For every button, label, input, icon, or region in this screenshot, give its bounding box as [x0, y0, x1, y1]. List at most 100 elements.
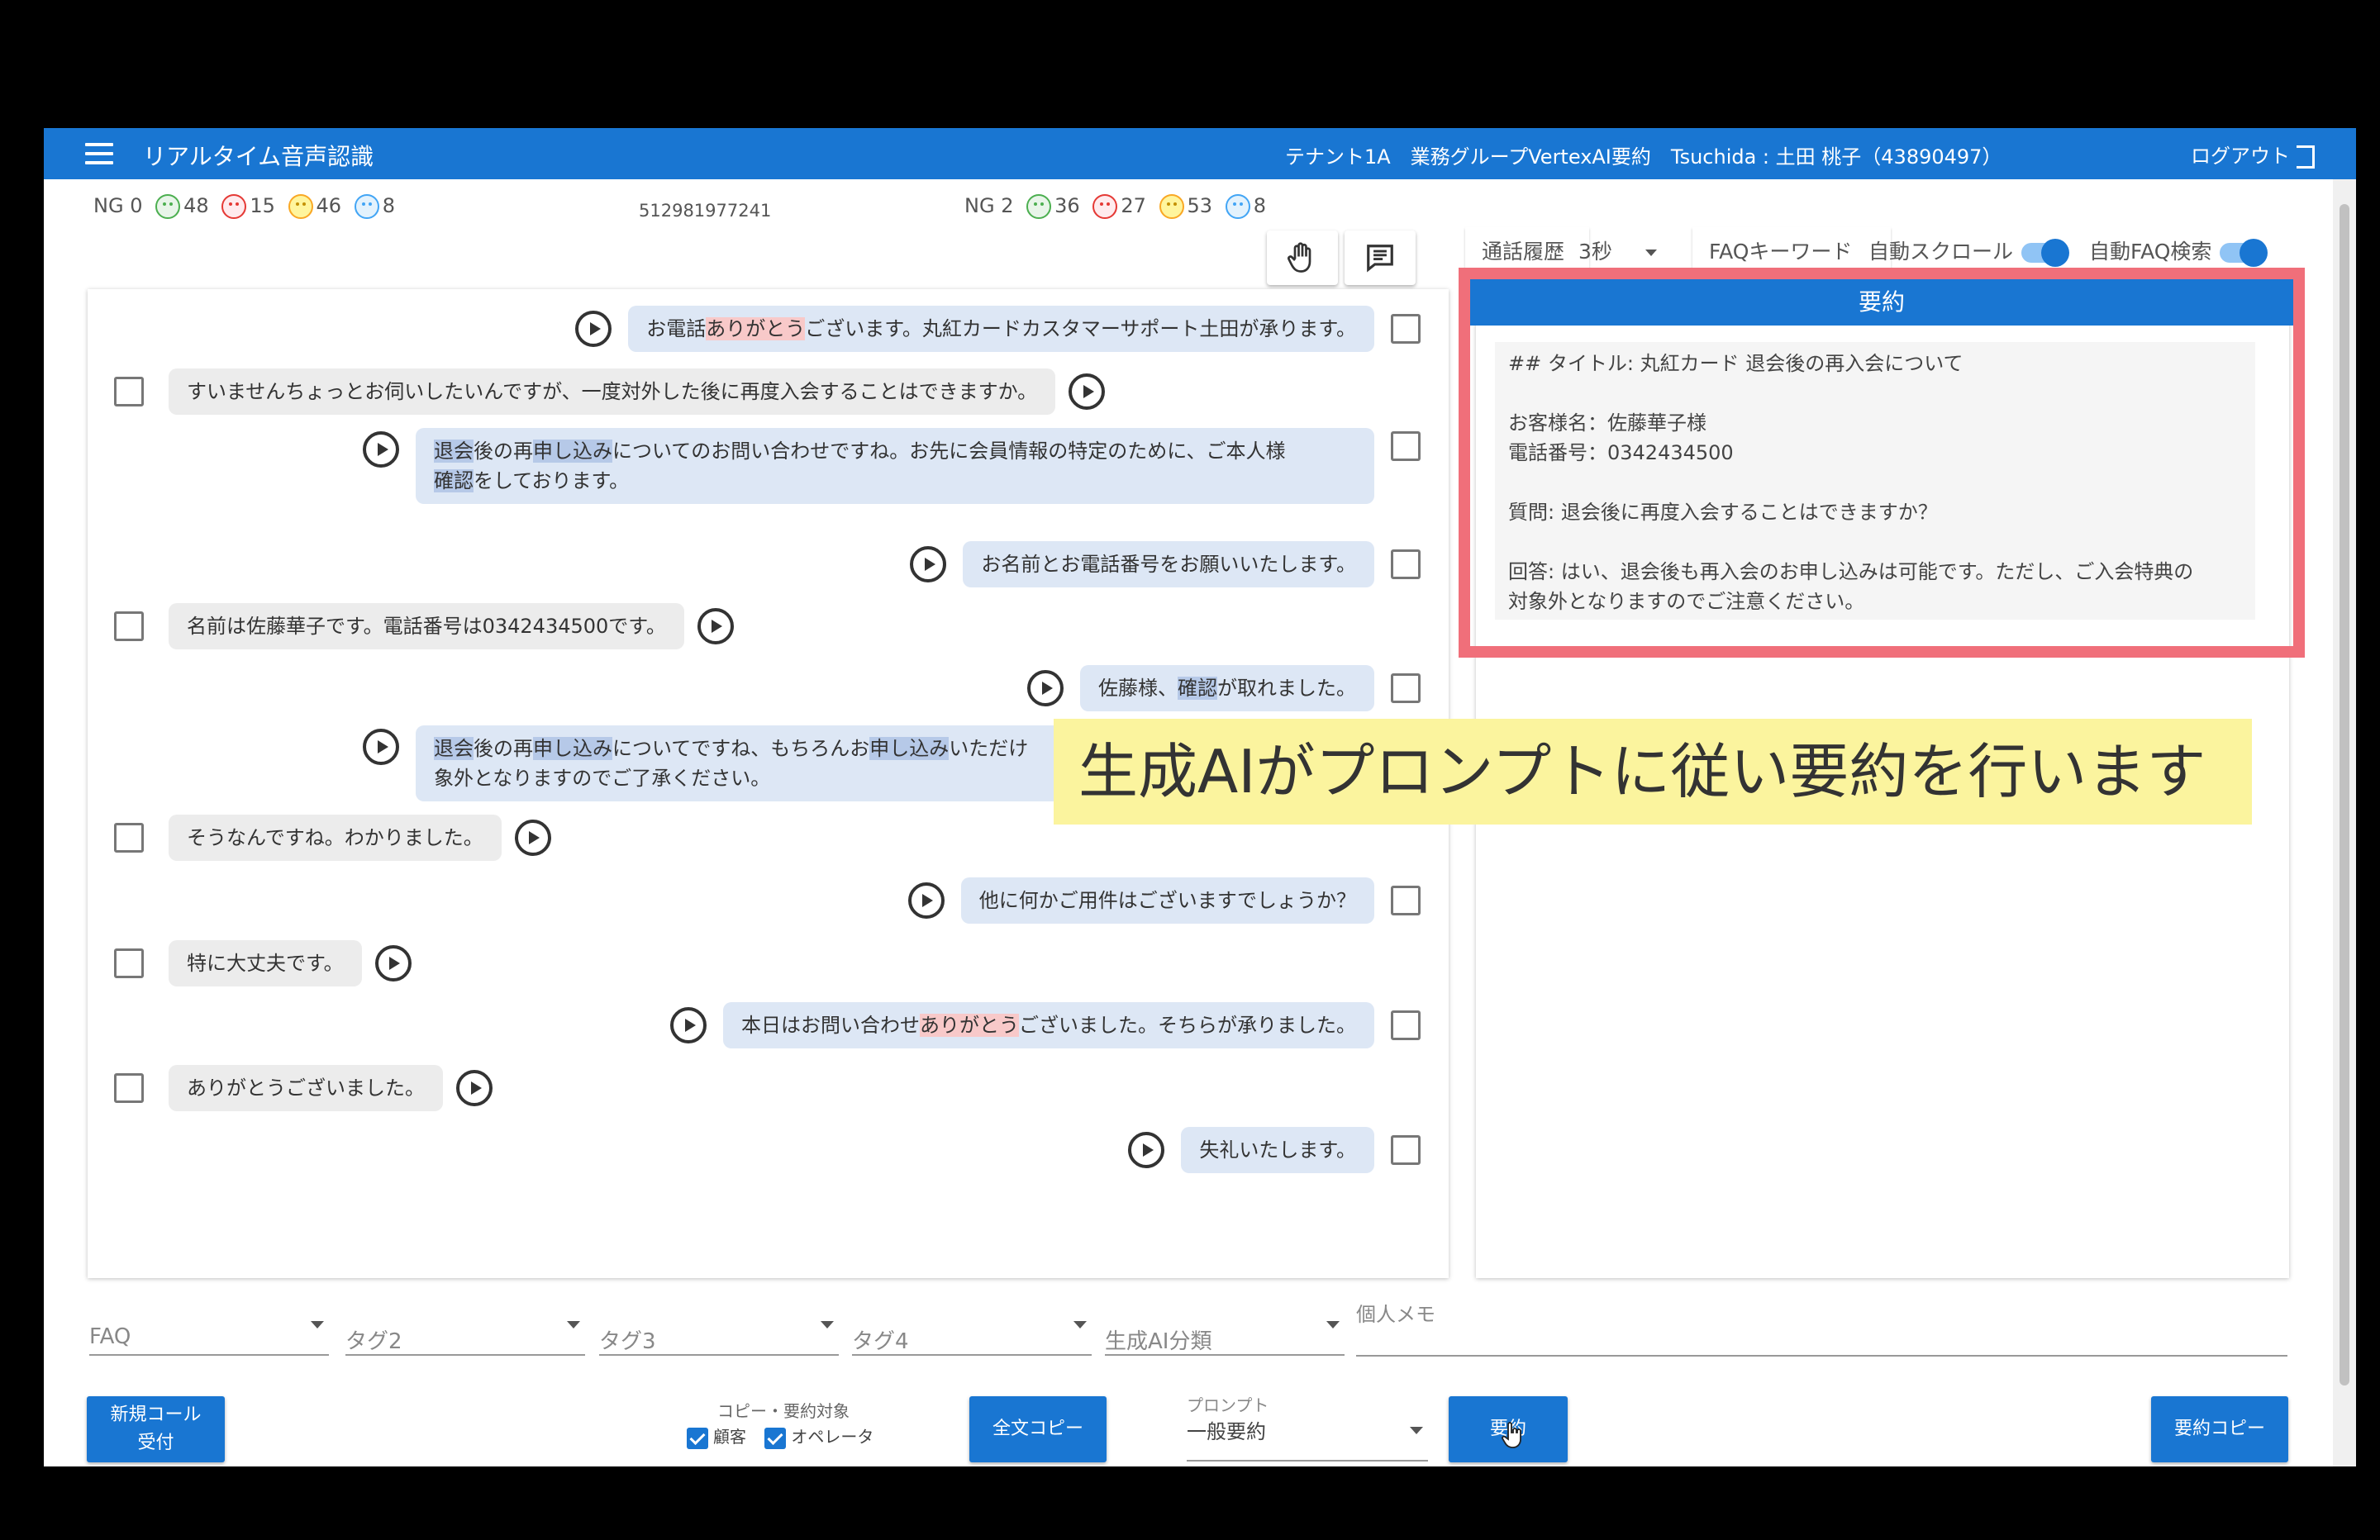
operator-message: 佐藤様、確認が取れました。 — [1027, 665, 1421, 711]
prompt-select[interactable]: 一般要約 — [1187, 1415, 1428, 1462]
happy-face-icon — [1026, 194, 1052, 219]
operator-check-label: オペレータ — [791, 1427, 874, 1447]
app-title: リアルタイム音声認識 — [143, 143, 374, 170]
message-checkbox[interactable] — [1391, 1010, 1421, 1040]
summary-phone: 電話番号：0342434500 — [1508, 441, 1734, 464]
tab-faq-keyword[interactable]: FAQキーワード — [1692, 227, 1891, 273]
prompt-value: 一般要約 — [1187, 1420, 1266, 1443]
full-copy-label: 全文コピー — [992, 1419, 1083, 1439]
customer-message: 特に大丈夫です。 — [114, 940, 412, 986]
message-checkbox[interactable] — [1391, 314, 1421, 344]
message-checkbox[interactable] — [114, 948, 144, 978]
new-call-label: 受付 — [137, 1433, 174, 1453]
happy-face-icon — [155, 194, 181, 219]
play-icon[interactable] — [374, 945, 412, 982]
tab-call-history[interactable]: 通話履歴 — [1465, 227, 1589, 273]
sad-count: 8 — [1253, 194, 1266, 217]
message-bubble: すいませんちょっとお伺いしたいんですが、一度対外した後に再度入会することはできま… — [169, 368, 1056, 415]
message-checkbox[interactable] — [114, 823, 144, 853]
hand-raise-button[interactable] — [1267, 231, 1338, 285]
operator-message: 他に何かご用件はございますでしょうか？ — [907, 877, 1421, 924]
play-icon[interactable] — [363, 431, 399, 468]
neutral-count: 46 — [316, 194, 342, 217]
message-bubble: 佐藤様、確認が取れました。 — [1080, 665, 1374, 711]
tag3-select[interactable]: タグ3 — [599, 1306, 839, 1356]
operator-message: 失礼いたします。 — [1128, 1127, 1421, 1173]
tag4-select[interactable]: タグ4 — [852, 1306, 1092, 1356]
tag2-label: タグ2 — [345, 1329, 402, 1354]
copy-target-label: コピー・要約対象 — [717, 1401, 850, 1421]
play-icon[interactable] — [1027, 670, 1064, 706]
play-icon[interactable] — [514, 820, 551, 856]
operator-checkbox[interactable] — [764, 1427, 787, 1449]
prompt-label: プロンプト — [1187, 1395, 1269, 1415]
full-copy-button[interactable]: 全文コピー — [969, 1396, 1107, 1462]
tab-faq-keyword-label: FAQキーワード — [1709, 240, 1853, 264]
play-icon[interactable] — [910, 546, 947, 582]
angry-count: 27 — [1121, 194, 1146, 217]
hand-cursor-icon — [1502, 1422, 1521, 1448]
customer-message: すいませんちょっとお伺いしたいんですが、一度対外した後に再度入会することはできま… — [114, 368, 1106, 415]
play-icon[interactable] — [456, 1070, 493, 1106]
play-icon[interactable] — [697, 608, 734, 644]
message-checkbox[interactable] — [1391, 673, 1421, 703]
message-bubble: 名前は佐藤華子です。電話番号は0342434500です。 — [169, 603, 684, 649]
customer-message: ありがとうございました。 — [114, 1065, 493, 1111]
play-icon[interactable] — [670, 1007, 707, 1043]
neutral-count: 53 — [1187, 194, 1213, 217]
play-icon[interactable] — [1069, 373, 1106, 410]
message-checkbox[interactable] — [1391, 1135, 1421, 1165]
ng-count: 0 — [130, 194, 143, 217]
message-checkbox[interactable] — [1391, 549, 1421, 579]
logout-button[interactable]: ログアウト — [2191, 140, 2315, 169]
memo-input[interactable] — [1356, 1355, 2287, 1357]
ng-count: 2 — [1001, 194, 1014, 217]
happy-count: 36 — [1054, 194, 1080, 217]
message-bubble: 失礼いたします。 — [1181, 1127, 1374, 1173]
hamburger-menu-icon[interactable] — [85, 143, 113, 164]
message-checkbox[interactable] — [1391, 431, 1421, 461]
call-id: 512981977241 — [639, 201, 772, 221]
chevron-down-icon — [311, 1321, 324, 1328]
toggle-switch[interactable] — [2220, 239, 2268, 267]
summary-customer-name: お客様名：佐藤華子様 — [1508, 411, 1706, 435]
ai-category-label: 生成AI分類 — [1105, 1329, 1212, 1354]
new-call-button[interactable]: 新規コール 受付 — [87, 1396, 225, 1462]
sad-face-icon — [1225, 194, 1250, 219]
auto-scroll-label: 自動スクロール — [1868, 240, 2014, 264]
message-bubble: 本日はお問い合わせありがとうございました。そちらが承りました。 — [723, 1002, 1374, 1048]
summary-answer: 回答: はい、退会後も再入会のお申し込みは可能です。ただし、ご入会特典の — [1508, 560, 2194, 583]
new-call-label: 新規コール — [110, 1405, 202, 1425]
faq-select[interactable]: FAQ — [89, 1306, 329, 1356]
customer-message: そうなんですね。わかりました。 — [114, 815, 551, 861]
scrollbar-thumb[interactable] — [2340, 204, 2349, 1386]
message-bubble: 他に何かご用件はございますでしょうか？ — [960, 877, 1374, 924]
operator-message: 退会後の再申し込みについてのお問い合わせですね。お先に会員情報の特定のために、ご… — [363, 428, 1421, 504]
tab-call-history-label: 通話履歴 — [1482, 240, 1565, 264]
summary-highlight-frame: 要約 ## タイトル: 丸紅カード 退会後の再入会について お客様名：佐藤華子様… — [1459, 268, 2305, 658]
comment-button[interactable] — [1345, 231, 1416, 285]
message-checkbox[interactable] — [114, 377, 144, 406]
message-checkbox[interactable] — [1391, 886, 1421, 915]
tag4-label: タグ4 — [852, 1329, 909, 1354]
caption-overlay: 生成AIがプロンプトに従い要約を行います — [1054, 719, 2252, 825]
play-icon[interactable] — [907, 882, 945, 919]
ai-category-select[interactable]: 生成AI分類 — [1105, 1306, 1345, 1356]
tag2-select[interactable]: タグ2 — [345, 1306, 585, 1356]
play-icon[interactable] — [575, 311, 612, 347]
customer-checkbox[interactable] — [687, 1427, 708, 1449]
message-bubble: 退会後の再申し込みについてのお問い合わせですね。お先に会員情報の特定のために、ご… — [416, 428, 1374, 504]
chevron-down-icon — [1410, 1427, 1423, 1434]
summary-copy-button[interactable]: 要約コピー — [2151, 1396, 2288, 1462]
memo-label: 個人メモ — [1356, 1303, 1435, 1326]
sad-face-icon — [354, 194, 379, 219]
logout-label: ログアウト — [2191, 145, 2290, 168]
play-icon[interactable] — [363, 729, 399, 765]
message-bubble: お電話ありがとうございます。丸紅カードカスタマーサポート土田が承ります。 — [628, 306, 1374, 352]
hand-icon — [1288, 242, 1311, 273]
message-checkbox[interactable] — [114, 1073, 144, 1103]
toggle-switch[interactable] — [2021, 239, 2070, 267]
play-icon[interactable] — [1128, 1132, 1165, 1168]
scrollbar[interactable] — [2333, 179, 2356, 1466]
message-checkbox[interactable] — [114, 611, 144, 641]
